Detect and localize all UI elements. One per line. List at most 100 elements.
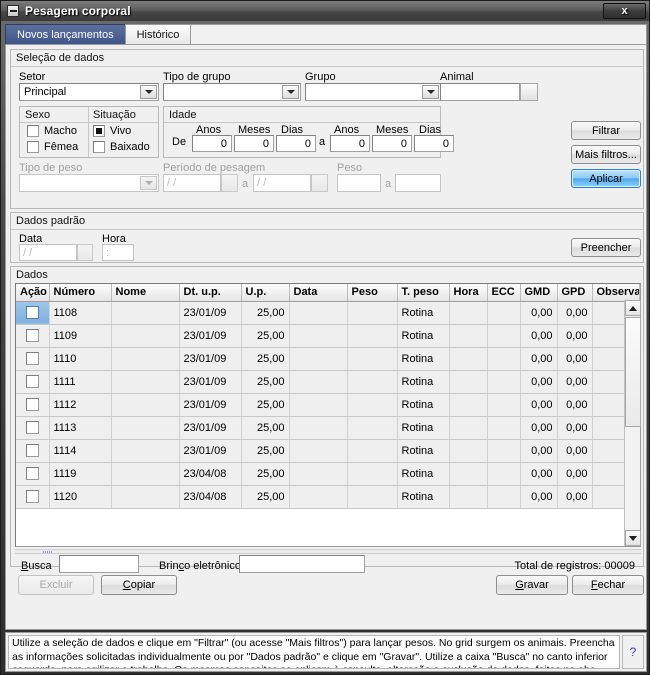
table-cell-ecc[interactable] [487, 393, 521, 417]
table-cell-up[interactable]: 25,00 [241, 370, 290, 394]
row-checkbox[interactable] [25, 467, 39, 480]
table-cell-t_peso[interactable]: Rotina [397, 485, 450, 509]
periodo-to-input[interactable]: / / [253, 174, 311, 192]
filtrar-button[interactable]: Filtrar [571, 121, 641, 140]
table-cell-gpd[interactable]: 0,00 [557, 485, 593, 509]
table-cell-ecc[interactable] [487, 324, 521, 348]
table-cell-nome[interactable] [111, 416, 180, 440]
grid-col-header[interactable]: Nome [111, 284, 180, 302]
checkbox-vivo[interactable]: Vivo [93, 125, 131, 137]
busca-input[interactable] [59, 555, 139, 573]
table-cell-peso[interactable] [347, 485, 398, 509]
table-cell-numero[interactable]: 1108 [49, 301, 112, 325]
table-cell-gmd[interactable]: 0,00 [520, 439, 558, 463]
table-cell-t_peso[interactable]: Rotina [397, 393, 450, 417]
peso-to-input[interactable] [395, 174, 441, 192]
table-cell-nome[interactable] [111, 485, 180, 509]
table-cell-peso[interactable] [347, 324, 398, 348]
idade-to-anos-input[interactable]: 0 [330, 135, 370, 152]
table-cell-gmd[interactable]: 0,00 [520, 347, 558, 371]
table-cell-acao[interactable] [16, 485, 50, 509]
data-grid[interactable]: Ação Número Nome Dt. u.p. U.p. Data Peso T. pes… [15, 283, 641, 547]
data-padrao-calendar-button[interactable] [77, 244, 93, 261]
table-cell-peso[interactable] [347, 301, 398, 325]
grid-col-header[interactable]: GMD [520, 284, 558, 302]
table-cell-up[interactable]: 25,00 [241, 416, 290, 440]
table-cell-up[interactable]: 25,00 [241, 301, 290, 325]
table-cell-gpd[interactable]: 0,00 [557, 370, 593, 394]
table-cell-hora[interactable] [449, 439, 488, 463]
row-checkbox[interactable] [25, 352, 39, 365]
table-cell-gpd[interactable]: 0,00 [557, 439, 593, 463]
table-cell-dt_up[interactable]: 23/01/09 [179, 324, 242, 348]
table-cell-up[interactable]: 25,00 [241, 439, 290, 463]
table-cell-numero[interactable]: 1120 [49, 485, 112, 509]
chevron-down-icon[interactable] [140, 85, 157, 99]
table-cell-gmd[interactable]: 0,00 [520, 462, 558, 486]
table-cell-nome[interactable] [111, 439, 180, 463]
table-cell-ecc[interactable] [487, 370, 521, 394]
chevron-down-icon[interactable] [422, 85, 439, 99]
hora-padrao-input[interactable]: : [102, 244, 134, 261]
table-row[interactable]: 1114 23/01/09 25,00 Rotina 0,00 0,00 [16, 439, 640, 463]
peso-from-input[interactable] [337, 174, 381, 192]
table-cell-data[interactable] [289, 416, 348, 440]
grid-col-header[interactable]: Data [289, 284, 348, 302]
table-cell-nome[interactable] [111, 324, 180, 348]
row-checkbox[interactable] [25, 444, 39, 457]
table-cell-up[interactable]: 25,00 [241, 485, 290, 509]
aplicar-button[interactable]: Aplicar [571, 169, 641, 188]
grid-splitter[interactable] [15, 549, 641, 554]
table-cell-gpd[interactable]: 0,00 [557, 301, 593, 325]
table-cell-ecc[interactable] [487, 439, 521, 463]
table-cell-numero[interactable]: 1111 [49, 370, 112, 394]
table-cell-acao[interactable] [16, 416, 50, 440]
table-cell-t_peso[interactable]: Rotina [397, 416, 450, 440]
table-cell-gmd[interactable]: 0,00 [520, 301, 558, 325]
table-cell-ecc[interactable] [487, 301, 521, 325]
table-cell-hora[interactable] [449, 393, 488, 417]
table-cell-dt_up[interactable]: 23/01/09 [179, 347, 242, 371]
checkbox-baixado[interactable]: Baixado [93, 141, 150, 153]
table-cell-nome[interactable] [111, 347, 180, 371]
grid-col-header[interactable]: U.p. [241, 284, 290, 302]
table-cell-dt_up[interactable]: 23/01/09 [179, 370, 242, 394]
table-cell-gpd[interactable]: 0,00 [557, 324, 593, 348]
table-cell-gmd[interactable]: 0,00 [520, 416, 558, 440]
table-cell-dt_up[interactable]: 23/04/08 [179, 485, 242, 509]
data-padrao-input[interactable]: / / [19, 244, 77, 261]
table-cell-t_peso[interactable]: Rotina [397, 462, 450, 486]
table-row[interactable]: 1120 23/04/08 25,00 Rotina 0,00 0,00 [16, 485, 640, 509]
table-cell-up[interactable]: 25,00 [241, 347, 290, 371]
table-cell-numero[interactable]: 1112 [49, 393, 112, 417]
tipo-peso-combo[interactable] [19, 174, 159, 192]
table-cell-data[interactable] [289, 462, 348, 486]
idade-from-anos-input[interactable]: 0 [192, 135, 232, 152]
table-cell-acao[interactable] [16, 370, 50, 394]
table-cell-hora[interactable] [449, 347, 488, 371]
table-cell-data[interactable] [289, 393, 348, 417]
table-cell-peso[interactable] [347, 462, 398, 486]
table-cell-up[interactable]: 25,00 [241, 393, 290, 417]
table-cell-dt_up[interactable]: 23/01/09 [179, 439, 242, 463]
checkbox-macho[interactable]: Macho [27, 125, 77, 137]
table-cell-acao[interactable] [16, 439, 50, 463]
table-cell-hora[interactable] [449, 416, 488, 440]
table-row[interactable]: 1113 23/01/09 25,00 Rotina 0,00 0,00 [16, 416, 640, 440]
table-cell-hora[interactable] [449, 370, 488, 394]
scrollbar-thumb[interactable] [625, 317, 641, 427]
table-cell-dt_up[interactable]: 23/01/09 [179, 416, 242, 440]
table-cell-data[interactable] [289, 485, 348, 509]
scroll-up-button[interactable] [625, 300, 641, 316]
idade-from-dias-input[interactable]: 0 [276, 135, 316, 152]
table-cell-nome[interactable] [111, 301, 180, 325]
animal-input[interactable] [440, 83, 520, 101]
table-row[interactable]: 1119 23/04/08 25,00 Rotina 0,00 0,00 [16, 462, 640, 486]
idade-to-meses-input[interactable]: 0 [372, 135, 412, 152]
idade-from-meses-input[interactable]: 0 [234, 135, 274, 152]
row-checkbox[interactable] [25, 375, 39, 388]
idade-to-dias-input[interactable]: 0 [414, 135, 454, 152]
row-checkbox[interactable] [25, 421, 39, 434]
grid-col-header[interactable]: GPD [557, 284, 593, 302]
table-cell-gpd[interactable]: 0,00 [557, 347, 593, 371]
